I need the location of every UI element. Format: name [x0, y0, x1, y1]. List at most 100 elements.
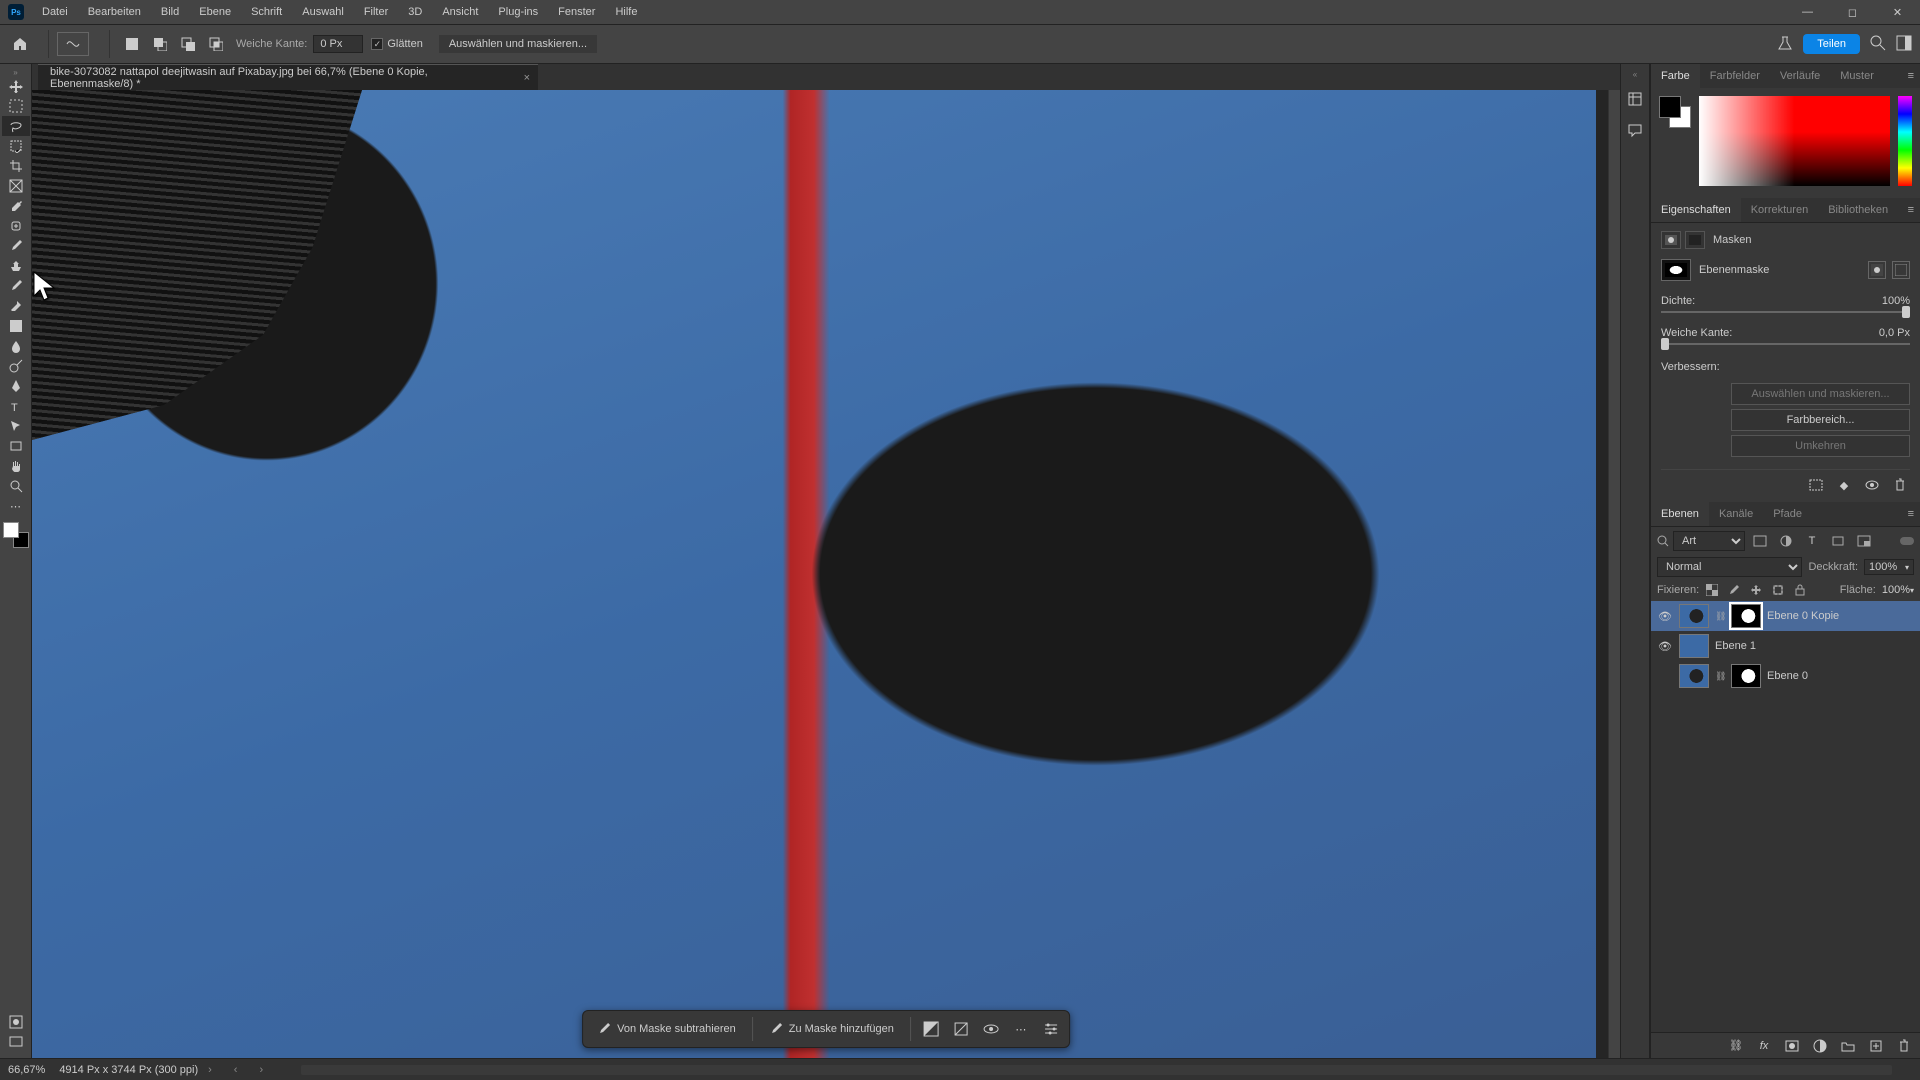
menu-filter[interactable]: Filter [354, 0, 398, 24]
load-selection-from-mask-icon[interactable] [1806, 476, 1826, 494]
color-ramp[interactable] [1699, 96, 1890, 186]
screen-mode-tool[interactable] [2, 1032, 30, 1052]
new-adjustment-layer-icon[interactable] [1810, 1036, 1830, 1056]
visibility-toggle[interactable]: 👁 [1657, 610, 1673, 623]
opacity-value[interactable]: 100%▾ [1864, 559, 1914, 575]
invert-button[interactable]: Umkehren [1731, 435, 1910, 457]
new-layer-icon[interactable] [1866, 1036, 1886, 1056]
layer-row[interactable]: ⛓ Ebene 0 [1651, 661, 1920, 691]
vertical-scrollbar[interactable] [1608, 90, 1620, 1058]
feather-value[interactable]: 0,0 Px [1879, 327, 1910, 339]
search-icon[interactable] [1870, 35, 1886, 54]
canvas[interactable] [32, 90, 1596, 1058]
document-dimensions[interactable]: 4914 Px x 3744 Px (300 ppi) [59, 1064, 198, 1076]
document-tab[interactable]: bike-3073082 nattapol deejitwasin auf Pi… [38, 64, 538, 90]
status-chevron-right-icon[interactable]: › [204, 1064, 216, 1076]
lock-all-icon[interactable] [1791, 581, 1809, 599]
filter-toggle[interactable] [1900, 537, 1914, 545]
panel-menu-icon[interactable]: ≡ [1902, 204, 1920, 216]
filter-pixel-icon[interactable] [1749, 531, 1771, 551]
color-swatches[interactable] [3, 522, 29, 548]
view-mask-icon[interactable] [977, 1015, 1005, 1043]
color-swatch-pair[interactable] [1659, 96, 1691, 128]
quick-mask-tool[interactable] [2, 1012, 30, 1032]
antialias-checkbox[interactable]: ✓ Glätten [371, 38, 422, 50]
lock-transparency-icon[interactable] [1703, 581, 1721, 599]
tab-pfade[interactable]: Pfade [1763, 502, 1812, 526]
menu-auswahl[interactable]: Auswahl [292, 0, 354, 24]
tab-ebenen[interactable]: Ebenen [1651, 502, 1709, 526]
add-to-mask-button[interactable]: Zu Maske hinzufügen [759, 1016, 904, 1042]
frame-tool[interactable] [2, 176, 30, 196]
home-button[interactable] [8, 32, 32, 56]
toolbar-expand-grip[interactable]: » [0, 68, 31, 76]
crop-tool[interactable] [2, 156, 30, 176]
pixel-mask-icon[interactable] [1661, 231, 1681, 249]
filter-type-icon[interactable]: T [1801, 531, 1823, 551]
hue-slider[interactable] [1898, 96, 1912, 186]
selection-subtract-icon[interactable] [176, 32, 200, 56]
rectangle-tool[interactable] [2, 436, 30, 456]
visibility-toggle[interactable]: 👁 [1657, 640, 1673, 653]
layer-name[interactable]: Ebene 0 Kopie [1767, 610, 1839, 622]
workspace-switcher-icon[interactable] [1896, 35, 1912, 54]
window-close-button[interactable]: ✕ [1875, 0, 1920, 24]
delete-mask-icon[interactable] [1890, 476, 1910, 494]
timeline-next-icon[interactable]: › [255, 1064, 267, 1076]
tab-muster[interactable]: Muster [1830, 64, 1884, 88]
current-tool-indicator[interactable] [57, 32, 89, 56]
link-layers-icon[interactable]: ⛓ [1726, 1036, 1746, 1056]
layer-name[interactable]: Ebene 0 [1767, 670, 1808, 682]
tab-eigenschaften[interactable]: Eigenschaften [1651, 198, 1741, 222]
add-mask-icon[interactable] [1782, 1036, 1802, 1056]
layer-thumbnail[interactable] [1679, 604, 1709, 628]
filter-shape-icon[interactable] [1827, 531, 1849, 551]
feather-input[interactable]: 0 Px [313, 35, 363, 53]
color-range-button[interactable]: Farbbereich... [1731, 409, 1910, 431]
panel-menu-icon[interactable]: ≡ [1902, 508, 1920, 520]
eraser-tool[interactable] [2, 296, 30, 316]
disable-mask-icon[interactable] [1862, 476, 1882, 494]
add-vector-mask-icon[interactable] [1892, 261, 1910, 279]
zoom-tool[interactable] [2, 476, 30, 496]
layer-thumbnail[interactable] [1679, 664, 1709, 688]
share-button[interactable]: Teilen [1803, 34, 1860, 54]
tab-verlaeufe[interactable]: Verläufe [1770, 64, 1830, 88]
tab-korrekturen[interactable]: Korrekturen [1741, 198, 1818, 222]
gradient-tool[interactable] [2, 316, 30, 336]
tab-farbfelder[interactable]: Farbfelder [1700, 64, 1770, 88]
mask-thumbnail[interactable] [1731, 604, 1761, 628]
zoom-level[interactable]: 66,67% [8, 1064, 45, 1076]
dock-collapse-grip[interactable]: « [1621, 70, 1649, 78]
feather-slider[interactable] [1661, 343, 1910, 345]
window-maximize-button[interactable]: ◻ [1830, 0, 1875, 24]
density-slider[interactable] [1661, 311, 1910, 313]
mask-link-icon[interactable]: ⛓ [1715, 611, 1725, 622]
layer-style-icon[interactable]: fx [1754, 1036, 1774, 1056]
menu-datei[interactable]: Datei [32, 0, 78, 24]
timeline-prev-icon[interactable]: ‹ [230, 1064, 242, 1076]
layer-filter-type[interactable]: Art [1673, 531, 1745, 551]
window-minimize-button[interactable]: — [1785, 0, 1830, 24]
edit-toolbar-icon[interactable]: ⋯ [2, 496, 30, 516]
lock-artboard-icon[interactable] [1769, 581, 1787, 599]
layer-row[interactable]: 👁 Ebene 1 [1651, 631, 1920, 661]
menu-plugins[interactable]: Plug-ins [488, 0, 548, 24]
more-options-icon[interactable]: ⋯ [1007, 1015, 1035, 1043]
fill-value[interactable]: 100%▾ [1882, 584, 1914, 596]
beaker-icon[interactable] [1777, 35, 1793, 54]
lock-position-icon[interactable] [1747, 581, 1765, 599]
pen-tool[interactable] [2, 376, 30, 396]
foreground-color-swatch[interactable] [3, 522, 19, 538]
mask-thumbnail[interactable] [1661, 259, 1691, 281]
apply-mask-icon[interactable]: ◆ [1834, 476, 1854, 494]
selection-new-icon[interactable] [120, 32, 144, 56]
delete-layer-icon[interactable] [1894, 1036, 1914, 1056]
filter-adjustment-icon[interactable] [1775, 531, 1797, 551]
blur-tool[interactable] [2, 336, 30, 356]
tab-kanaele[interactable]: Kanäle [1709, 502, 1763, 526]
tab-farbe[interactable]: Farbe [1651, 64, 1700, 88]
history-panel-icon[interactable] [1624, 88, 1646, 110]
invert-mask-icon[interactable] [917, 1015, 945, 1043]
menu-bild[interactable]: Bild [151, 0, 189, 24]
